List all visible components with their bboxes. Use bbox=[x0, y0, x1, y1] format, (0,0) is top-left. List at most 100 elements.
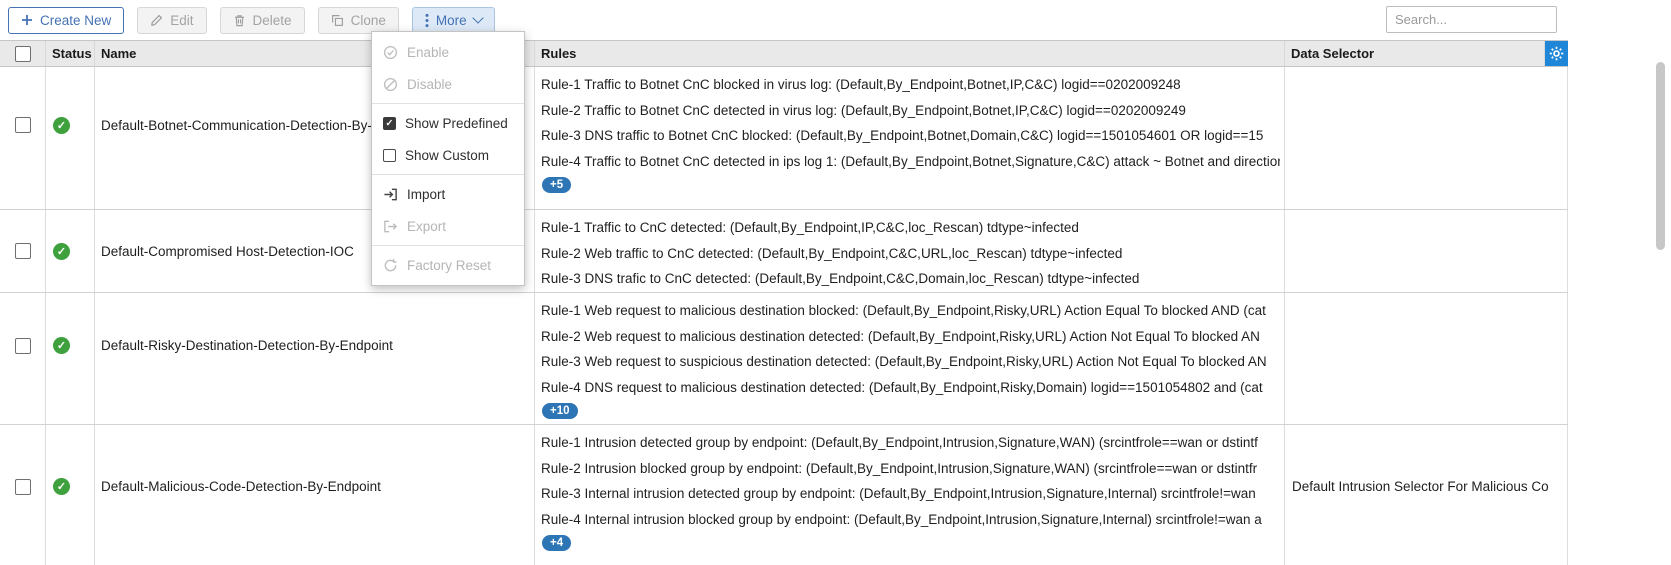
status-enabled-icon bbox=[53, 337, 70, 354]
menu-separator bbox=[372, 174, 524, 175]
data-selector-cell bbox=[1285, 67, 1568, 209]
data-selector-cell: Default Intrusion Selector For Malicious… bbox=[1285, 425, 1568, 565]
clone-icon bbox=[331, 14, 344, 27]
row-checkbox[interactable] bbox=[15, 117, 31, 133]
rules-cell: Rule-1 Intrusion detected group by endpo… bbox=[535, 425, 1285, 565]
menu-item-factory-reset[interactable]: Factory Reset bbox=[372, 249, 524, 281]
name-cell: Default-Malicious-Code-Detection-By-Endp… bbox=[95, 425, 535, 565]
plus-icon bbox=[21, 14, 33, 26]
slash-circle-icon bbox=[383, 77, 398, 92]
column-header-data-selector[interactable]: Data Selector bbox=[1285, 41, 1545, 66]
import-icon bbox=[383, 187, 398, 202]
delete-button[interactable]: Delete bbox=[220, 7, 305, 34]
status-cell bbox=[46, 210, 95, 292]
create-new-button[interactable]: Create New bbox=[8, 7, 124, 34]
rules-cell: Rule-1 Traffic to Botnet CnC blocked in … bbox=[535, 67, 1285, 209]
row-checkbox-cell bbox=[0, 425, 46, 565]
rules-cell: Rule-1 Web request to malicious destinat… bbox=[535, 293, 1285, 424]
menu-item-label: Import bbox=[407, 187, 445, 202]
clone-label: Clone bbox=[351, 13, 386, 28]
rule-text: Rule-3 DNS trafic to CnC detected: (Defa… bbox=[541, 266, 1280, 292]
menu-item-enable[interactable]: Enable bbox=[372, 36, 524, 68]
menu-item-export[interactable]: Export bbox=[372, 210, 524, 242]
more-rules-badge[interactable]: +5 bbox=[542, 177, 571, 193]
status-enabled-icon bbox=[53, 478, 70, 495]
more-rules-badge[interactable]: +10 bbox=[542, 403, 578, 419]
rule-text: Rule-2 Web traffic to CnC detected: (Def… bbox=[541, 241, 1280, 267]
column-settings-button[interactable] bbox=[1545, 41, 1568, 66]
status-enabled-icon bbox=[53, 243, 70, 260]
table-row[interactable]: Default-Malicious-Code-Detection-By-Endp… bbox=[0, 425, 1568, 565]
rule-text: Rule-1 Web request to malicious destinat… bbox=[541, 298, 1280, 324]
parser-name: Default-Risky-Destination-Detection-By-E… bbox=[101, 338, 393, 353]
menu-item-import[interactable]: Import bbox=[372, 178, 524, 210]
rule-text: Rule-2 Traffic to Botnet CnC detected in… bbox=[541, 98, 1280, 124]
rule-text: Rule-3 Internal intrusion detected group… bbox=[541, 481, 1280, 507]
select-all-checkbox[interactable] bbox=[15, 46, 31, 62]
rules-cell: Rule-1 Traffic to CnC detected: (Default… bbox=[535, 210, 1285, 292]
search-input[interactable] bbox=[1386, 6, 1557, 33]
status-cell bbox=[46, 425, 95, 565]
rule-text: Rule-4 Traffic to Botnet CnC detected in… bbox=[541, 149, 1280, 175]
name-cell: Default-Risky-Destination-Detection-By-E… bbox=[95, 293, 535, 424]
table-row[interactable]: Default-Risky-Destination-Detection-By-E… bbox=[0, 293, 1568, 425]
trash-icon bbox=[233, 14, 246, 27]
pencil-icon bbox=[150, 14, 163, 27]
rule-text: Rule-4 DNS request to malicious destinat… bbox=[541, 375, 1280, 401]
menu-item-show-predefined[interactable]: Show Predefined bbox=[372, 107, 524, 139]
check-circle-icon bbox=[383, 45, 398, 60]
select-all-cell bbox=[0, 41, 46, 66]
table-header: Status Name Rules Data Selector bbox=[0, 40, 1568, 67]
more-label: More bbox=[436, 13, 467, 28]
column-header-rules[interactable]: Rules bbox=[535, 41, 1285, 66]
menu-item-label: Enable bbox=[407, 45, 449, 60]
rule-text: Rule-4 Internal intrusion blocked group … bbox=[541, 507, 1280, 533]
menu-item-disable[interactable]: Disable bbox=[372, 68, 524, 100]
rule-text: Rule-1 Traffic to CnC detected: (Default… bbox=[541, 215, 1280, 241]
row-checkbox-cell bbox=[0, 67, 46, 209]
menu-item-show-custom[interactable]: Show Custom bbox=[372, 139, 524, 171]
rule-text: Rule-1 Intrusion detected group by endpo… bbox=[541, 430, 1280, 456]
menu-item-label: Export bbox=[407, 219, 446, 234]
table-row[interactable]: Default-Compromised Host-Detection-IOC R… bbox=[0, 210, 1568, 293]
column-header-status[interactable]: Status bbox=[46, 41, 95, 66]
menu-separator bbox=[372, 103, 524, 104]
edit-button[interactable]: Edit bbox=[137, 7, 206, 34]
status-cell bbox=[46, 67, 95, 209]
status-cell bbox=[46, 293, 95, 424]
row-checkbox-cell bbox=[0, 293, 46, 424]
checkbox-unchecked-icon bbox=[383, 149, 396, 162]
ellipsis-vertical-icon bbox=[425, 13, 429, 28]
row-checkbox[interactable] bbox=[15, 338, 31, 354]
menu-item-label: Factory Reset bbox=[407, 258, 491, 273]
log-parser-page: Create New Edit Delete Clone More Status… bbox=[0, 0, 1671, 565]
parser-name: Default-Compromised Host-Detection-IOC bbox=[101, 244, 354, 259]
row-checkbox[interactable] bbox=[15, 479, 31, 495]
menu-item-label: Show Predefined bbox=[405, 116, 508, 131]
rule-text: Rule-3 DNS traffic to Botnet CnC blocked… bbox=[541, 123, 1280, 149]
rule-text: Rule-2 Web request to malicious destinat… bbox=[541, 324, 1280, 350]
parser-name: Default-Malicious-Code-Detection-By-Endp… bbox=[101, 479, 381, 494]
checkbox-checked-icon bbox=[383, 117, 396, 130]
row-checkbox-cell bbox=[0, 210, 46, 292]
data-selector-cell bbox=[1285, 210, 1568, 292]
rule-text: Rule-1 Traffic to Botnet CnC blocked in … bbox=[541, 72, 1280, 98]
row-checkbox[interactable] bbox=[15, 243, 31, 259]
gear-icon bbox=[1549, 46, 1564, 61]
data-selector-cell bbox=[1285, 293, 1568, 424]
table-row[interactable]: Default-Botnet-Communication-Detection-B… bbox=[0, 67, 1568, 210]
menu-item-label: Show Custom bbox=[405, 148, 489, 163]
more-dropdown-menu: Enable Disable Show Predefined Show Cust… bbox=[371, 31, 525, 286]
delete-label: Delete bbox=[253, 13, 292, 28]
rule-text: Rule-3 Web request to suspicious destina… bbox=[541, 349, 1280, 375]
more-button[interactable]: More bbox=[412, 7, 495, 34]
status-enabled-icon bbox=[53, 117, 70, 134]
reset-icon bbox=[383, 258, 398, 273]
create-new-label: Create New bbox=[40, 13, 111, 28]
rule-text: Rule-2 Intrusion blocked group by endpoi… bbox=[541, 456, 1280, 482]
menu-item-label: Disable bbox=[407, 77, 452, 92]
vertical-scrollbar[interactable] bbox=[1656, 62, 1665, 250]
clone-button[interactable]: Clone bbox=[318, 7, 399, 34]
export-icon bbox=[383, 219, 398, 234]
more-rules-badge[interactable]: +4 bbox=[542, 535, 571, 551]
